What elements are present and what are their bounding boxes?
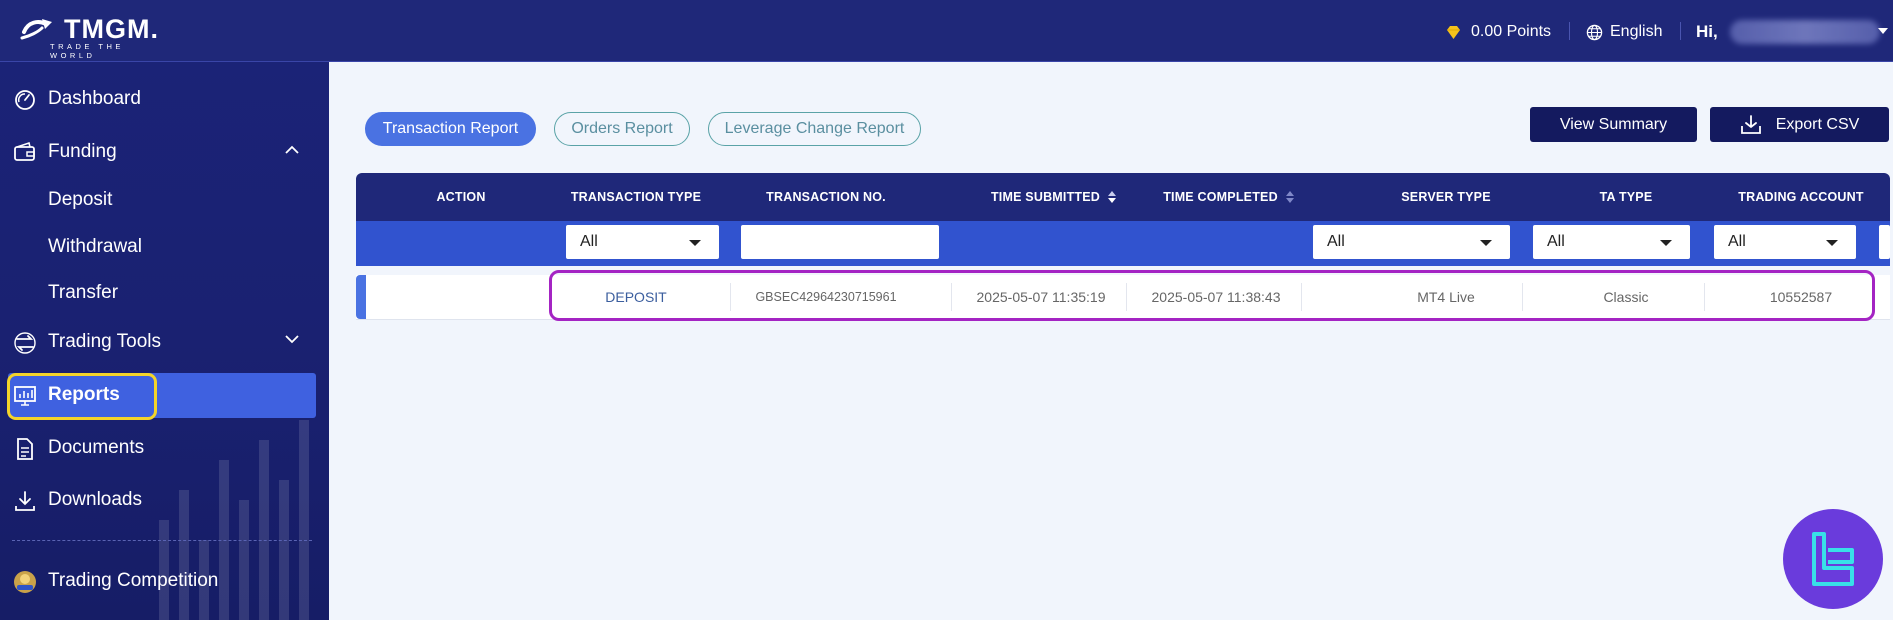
brand-tagline: TRADE THE WORLD [50,42,124,60]
sidebar-item-label: Documents [48,437,145,458]
column-header-time-completed[interactable]: TIME COMPLETED [1136,173,1321,221]
caret-down-icon [1826,240,1838,246]
caret-down-icon[interactable] [1878,28,1888,34]
filter-value: All [1728,233,1746,250]
brand-name: TMGM. [64,14,159,44]
column-header-label: TIME SUBMITTED [990,190,1101,204]
row-accent-bar [356,275,366,319]
next-filter-cutoff[interactable] [1879,225,1890,259]
points-display[interactable]: 0.00 Points [1446,20,1551,44]
column-header-action: ACTION [436,190,486,204]
points-value: 0.00 Points [1471,23,1552,40]
chevron-down-icon [285,335,299,344]
table-header: ACTION TRANSACTION TYPE TRANSACTION NO. … [356,173,1890,221]
tab-orders-report[interactable]: Orders Report [554,112,690,146]
transaction-type-filter[interactable]: All [566,225,719,259]
caret-down-icon [1480,240,1492,246]
download-tray-icon [1740,114,1761,134]
sidebar-subitem-withdrawal[interactable]: Withdrawal [48,236,142,258]
language-selector[interactable]: English [1586,20,1662,44]
tradingfinder-badge [1783,509,1883,609]
trading-account-filter[interactable]: All [1714,225,1856,259]
document-icon [17,438,33,460]
filter-value: All [1547,233,1565,250]
sidebar-item-label: Downloads [48,489,142,510]
trophy-badge-icon [14,571,36,593]
column-header-label: TIME COMPLETED [1163,190,1278,204]
language-label: English [1610,23,1663,40]
header-divider [1680,22,1681,40]
caret-down-icon [1660,240,1672,246]
sidebar-item-label: Dashboard [48,88,141,109]
filter-value: All [1327,233,1345,250]
redacted-username [1729,20,1880,44]
column-header-time-submitted[interactable]: TIME SUBMITTED [961,173,1146,221]
speedometer-icon [15,90,35,110]
cell-action [396,275,526,319]
tab-transaction-report[interactable]: Transaction Report [365,112,536,146]
sidebar-item-trading-tools[interactable]: Trading Tools [0,320,329,364]
view-summary-button[interactable]: View Summary [1530,107,1697,142]
ta-type-filter[interactable]: All [1533,225,1690,259]
sort-icon[interactable] [1285,191,1294,203]
sidebar-item-trading-competition[interactable]: Trading Competition [0,559,329,603]
sidebar-item-documents[interactable]: Documents [0,426,329,470]
sidebar-item-dashboard[interactable]: Dashboard [0,77,329,121]
column-header-server-type: SERVER TYPE [1401,190,1491,204]
column-header-trading-account: TRADING ACCOUNT [1738,190,1864,204]
globe-icon [1586,24,1603,40]
export-csv-label: Export CSV [1775,115,1860,133]
column-header-transaction-type: TRANSACTION TYPE [570,190,702,204]
view-summary-label: View Summary [1559,115,1668,133]
transaction-no-input[interactable] [741,225,939,259]
logo-mark-icon [20,19,52,40]
row-highlight-box [549,270,1875,321]
sidebar-divider [12,540,312,541]
top-header: TMGM. TRADE THE WORLD 0.00 Points Englis… [0,0,1893,62]
sidebar-subitem-deposit[interactable]: Deposit [48,189,112,211]
tab-leverage-change-report[interactable]: Leverage Change Report [708,112,921,146]
tmgm-logo[interactable]: TMGM. TRADE THE WORLD [20,12,160,60]
column-header-ta-type: TA TYPE [1599,190,1653,204]
server-type-filter[interactable]: All [1313,225,1510,259]
sidebar-item-downloads[interactable]: Downloads [0,478,329,522]
header-divider [1569,22,1570,40]
arrows-exchange-icon [14,332,36,354]
table-filter-bar: All All All All [356,221,1890,266]
wallet-icon [14,141,35,161]
greeting-label: Hi, [1696,22,1718,41]
reports-highlight-box [7,373,157,420]
sidebar-item-label: Trading Tools [48,331,162,352]
sidebar-item-label: Funding [48,141,117,162]
sidebar-subitem-transfer[interactable]: Transfer [48,282,118,304]
brand-watermark-icon [1812,532,1854,586]
user-menu[interactable]: Hi, [1696,20,1880,44]
export-csv-button[interactable]: Export CSV [1710,107,1889,142]
column-header-transaction-no: TRANSACTION NO. [766,190,886,204]
sidebar-item-funding[interactable]: Funding [0,130,329,174]
sort-icon[interactable] [1108,191,1117,203]
filter-value: All [580,233,598,250]
caret-down-icon [689,240,701,246]
chevron-up-icon [285,145,299,154]
sidebar-item-label: Trading Competition [48,570,219,591]
diamond-icon [1447,25,1460,39]
download-icon [15,491,35,511]
